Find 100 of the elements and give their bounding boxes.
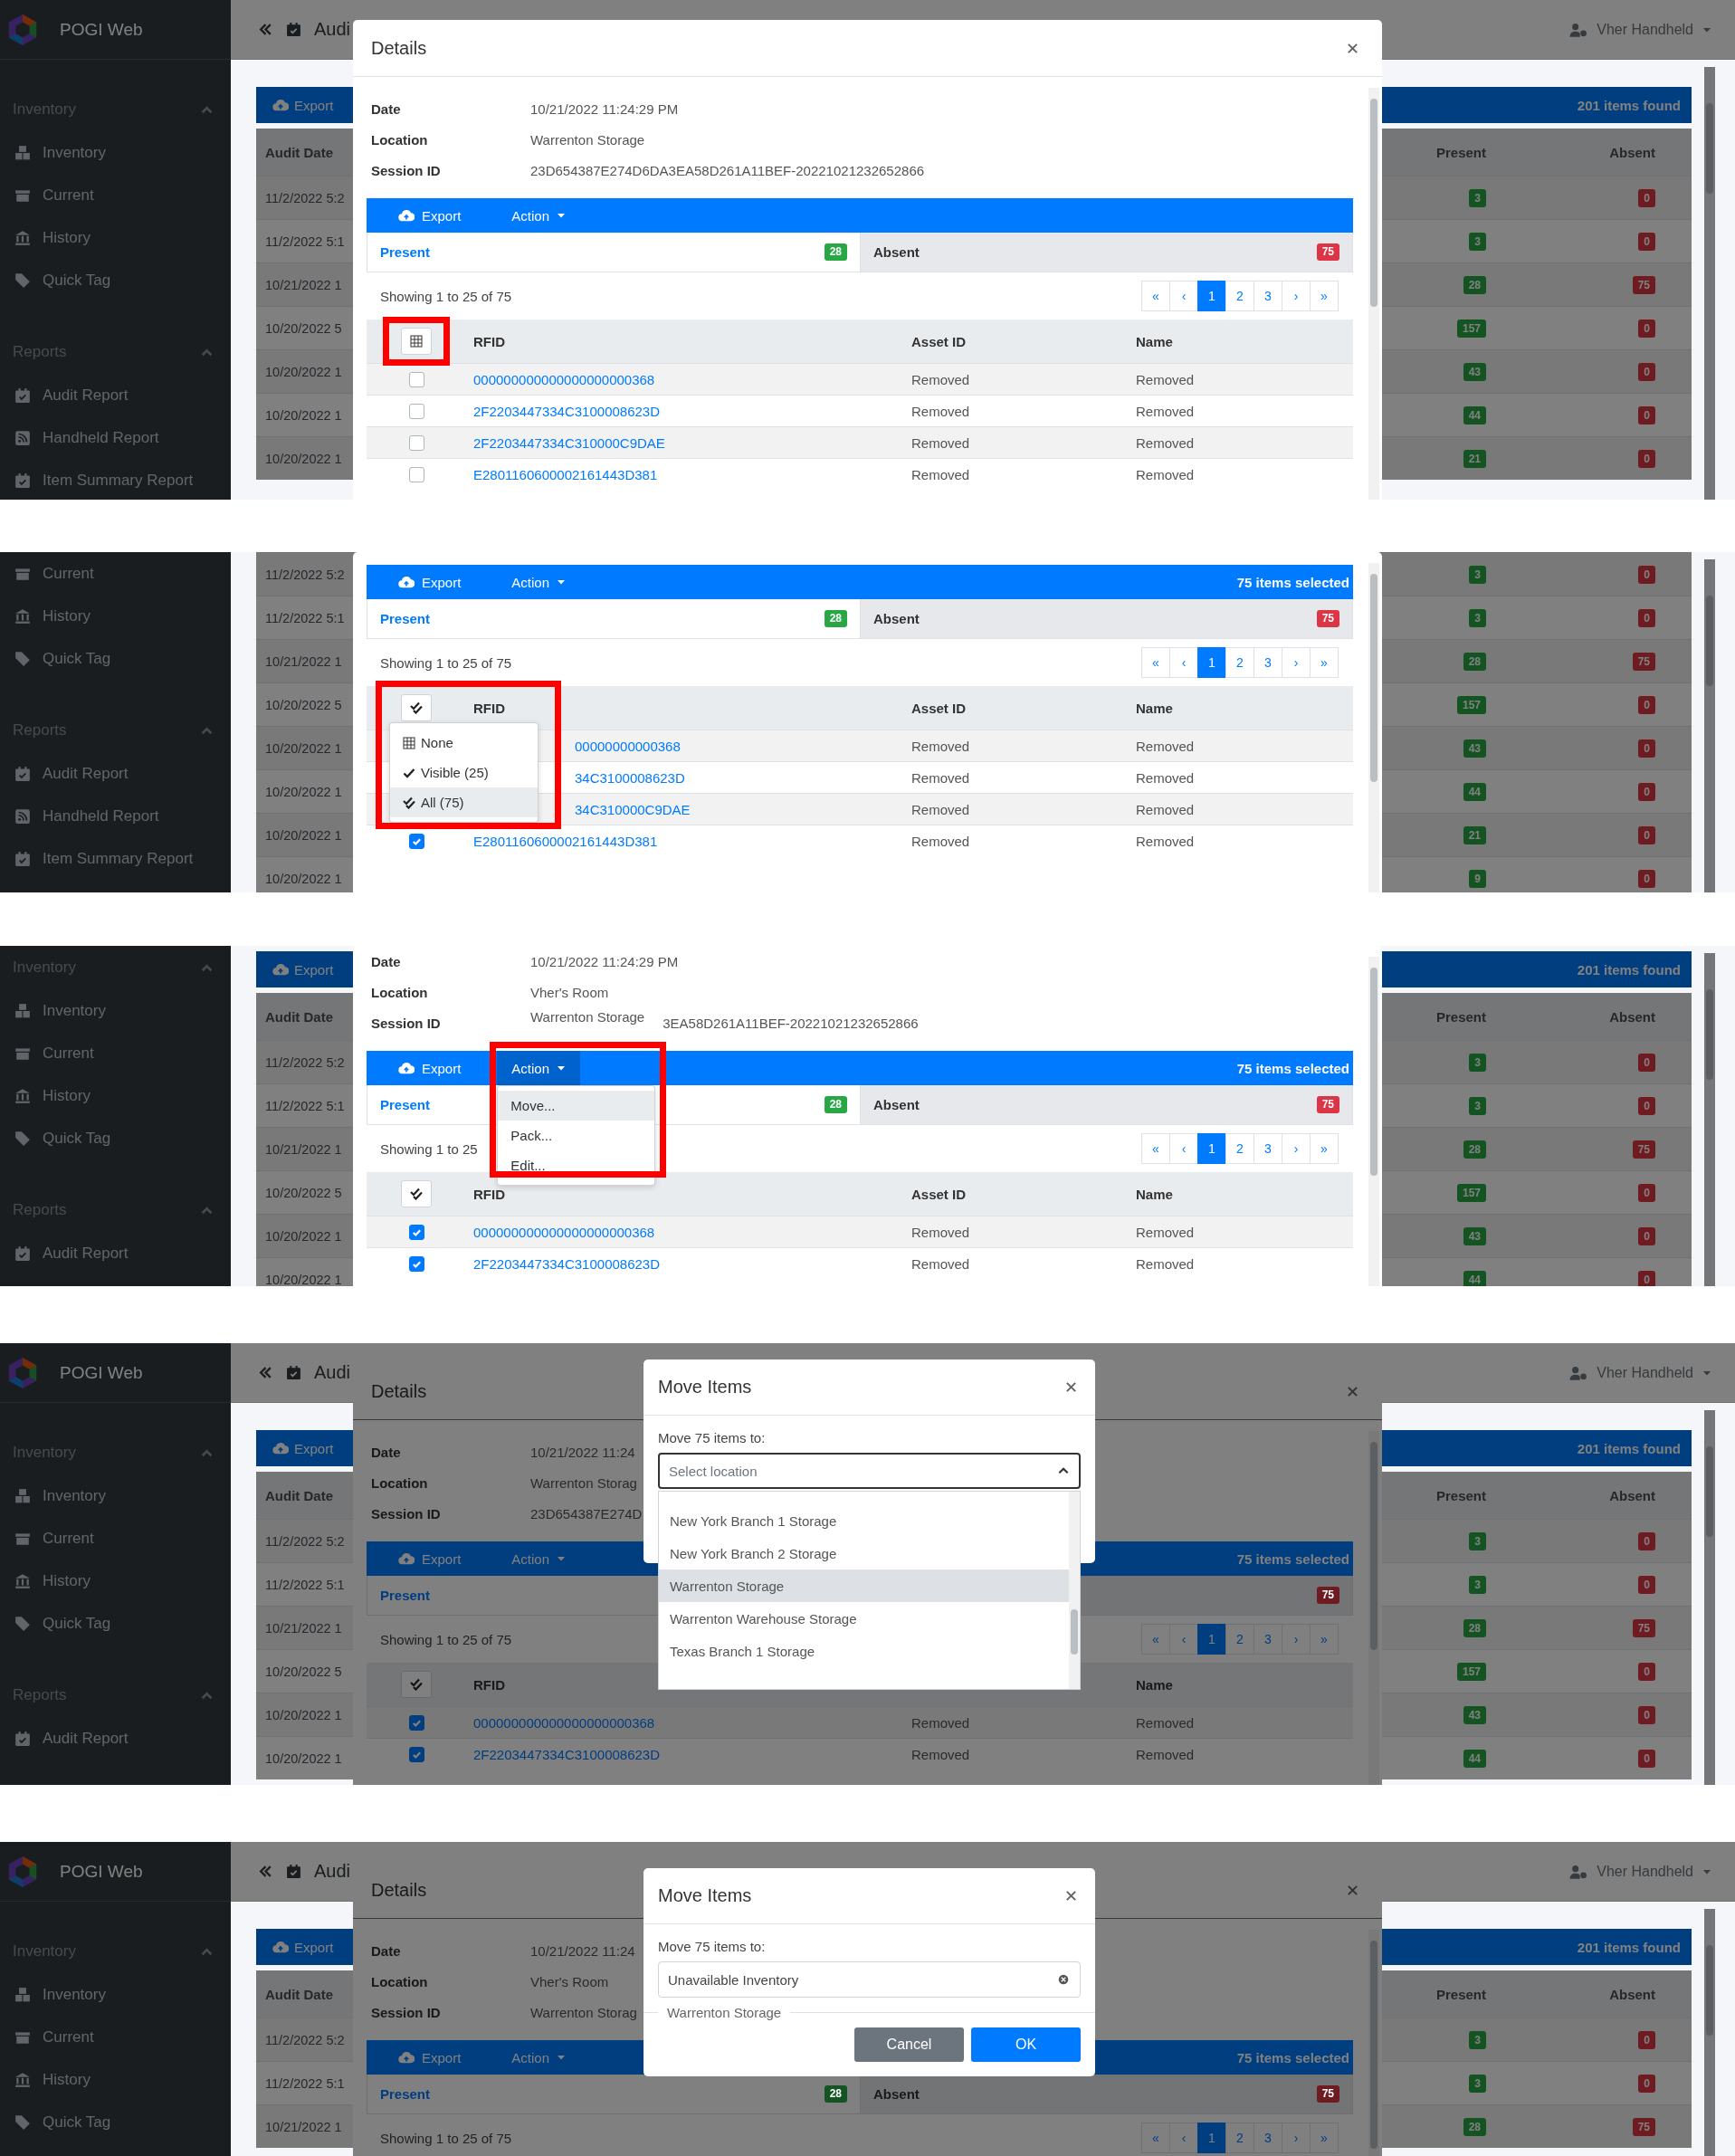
menu-item[interactable]: Edit... [498,1150,655,1180]
collapse-icon[interactable] [258,1365,273,1380]
page-button[interactable]: » [1310,1133,1339,1164]
page-button[interactable]: › [1282,2123,1311,2153]
page-button[interactable]: › [1282,1624,1311,1655]
page-button[interactable]: 3 [1254,1624,1282,1655]
rfid-link[interactable]: 2F2203447334C310000C9DAE [466,434,665,451]
page-button[interactable]: » [1310,1624,1339,1655]
checkbox[interactable] [408,371,424,387]
scrollbar[interactable] [1704,559,1715,892]
select-all-button[interactable] [401,1180,432,1207]
page-button[interactable]: « [1141,1624,1170,1655]
checkbox[interactable] [408,403,424,419]
menu-item[interactable]: None [390,728,538,758]
export-button[interactable]: Export [272,1939,334,1955]
page-button[interactable]: 3 [1254,2123,1282,2153]
rfid-link[interactable]: E2801160600002161443D381 [466,833,658,849]
sidebar-item[interactable]: History [0,595,231,637]
dialog-button[interactable]: OK [971,2027,1081,2062]
rfid-link[interactable]: 000000000000000000000368 [466,1224,655,1240]
dropdown-option[interactable]: Warrenton Storage [659,1569,1069,1602]
dropdown-option[interactable]: New York Branch 2 Storage [659,1537,1069,1569]
scrollbar[interactable] [1704,1909,1715,2156]
scrollbar[interactable] [1069,1492,1080,1689]
menu-item[interactable]: Move... [498,1091,655,1121]
export-button[interactable]: Export [384,198,476,233]
sidebar-item[interactable]: Audit Report [0,752,231,795]
rfid-link[interactable]: 000000000000000000000368 [466,371,655,387]
page-button[interactable]: 1 [1197,281,1226,311]
action-button[interactable]: Action [497,565,581,599]
sidebar-item[interactable]: History [0,1560,231,1602]
page-button[interactable]: » [1310,2123,1339,2153]
export-button[interactable]: Export [272,1440,334,1456]
tab[interactable]: Absent 75 [860,1085,1352,1124]
page-button[interactable]: › [1282,281,1311,311]
checkbox[interactable] [408,1255,424,1272]
sidebar-item[interactable]: Item Summary Report [0,459,231,500]
sidebar-item[interactable]: Quick Tag [0,1602,231,1645]
collapse-icon[interactable] [258,1864,273,1879]
rfid-link[interactable]: 2F2203447334C3100008623D [466,1255,660,1272]
menu-item[interactable]: All (75) [390,787,538,817]
page-button[interactable]: ‹ [1169,647,1198,678]
action-button[interactable]: Action [497,1051,581,1085]
sidebar-item[interactable]: History [0,2058,231,2101]
dropdown-option[interactable]: New York Branch 1 Storage [659,1504,1069,1537]
sidebar-item[interactable]: Item Summary Report [0,837,231,880]
sidebar-item[interactable]: History [0,216,231,259]
page-button[interactable]: 1 [1197,2123,1226,2153]
sidebar-item[interactable]: Quick Tag [0,1117,231,1159]
sidebar-item[interactable]: Handheld Report [0,795,231,837]
sidebar-item[interactable]: Quick Tag [0,637,231,680]
page-button[interactable]: 1 [1197,647,1226,678]
checkbox[interactable] [408,466,424,482]
page-button[interactable]: 2 [1225,647,1254,678]
scrollbar[interactable] [1368,1930,1379,2156]
rfid-link[interactable]: 00000000000368 [567,738,681,754]
page-button[interactable]: ‹ [1169,1133,1198,1164]
tab[interactable]: Absent 75 [860,599,1352,638]
rfid-link[interactable]: 34C3100008623D [567,769,685,786]
action-button[interactable]: Action [497,198,581,233]
rfid-link[interactable]: 2F2203447334C3100008623D [466,403,660,419]
sidebar-item[interactable]: Audit Report [0,1717,231,1760]
sidebar-item[interactable]: Handheld Report [0,416,231,459]
action-button[interactable]: Action [497,1541,581,1576]
table-row[interactable]: 000000000000000000000368 Removed Removed [367,363,1353,395]
checkbox[interactable] [408,1714,424,1731]
tab[interactable]: Absent 75 [860,233,1352,272]
page-button[interactable]: › [1282,1133,1311,1164]
scrollbar[interactable] [1704,67,1715,500]
scrollbar[interactable] [1368,88,1379,500]
sidebar-item[interactable]: Inventory [0,1474,231,1517]
export-button[interactable]: Export [384,1051,476,1085]
location-select[interactable]: Unavailable Inventory [658,1961,1081,1998]
sidebar-item[interactable]: Current [0,1517,231,1560]
table-row[interactable]: 000000000000000000000368 Removed Removed [367,1706,1353,1738]
rfid-link[interactable]: E2801160600002161443D381 [466,466,658,482]
page-button[interactable]: 2 [1225,281,1254,311]
collapse-icon[interactable] [258,22,273,37]
scrollbar[interactable] [1368,1431,1379,1785]
page-button[interactable]: « [1141,2123,1170,2153]
table-row[interactable]: 2F2203447334C310000C9DAE Removed Removed [367,426,1353,458]
location-select[interactable]: Select location [658,1453,1081,1489]
page-button[interactable]: 3 [1254,281,1282,311]
export-button[interactable]: Export [384,565,476,599]
scrollbar[interactable] [1704,1410,1715,1785]
checkbox[interactable] [408,1746,424,1762]
scrollbar[interactable] [1704,953,1715,1286]
page-button[interactable]: 1 [1197,1624,1226,1655]
sidebar-item[interactable]: Audit Report [0,1232,231,1274]
sidebar-item[interactable]: Current [0,552,231,595]
page-button[interactable]: « [1141,1133,1170,1164]
page-button[interactable]: « [1141,647,1170,678]
page-button[interactable]: 2 [1225,2123,1254,2153]
tab[interactable]: Absent 75 [860,2075,1352,2113]
sidebar-item[interactable]: Quick Tag [0,2101,231,2143]
rfid-link[interactable]: 2F2203447334C3100008623D [466,1746,660,1762]
page-button[interactable]: ‹ [1169,281,1198,311]
checkbox[interactable] [408,434,424,451]
page-button[interactable]: » [1310,281,1339,311]
page-button[interactable]: » [1310,647,1339,678]
